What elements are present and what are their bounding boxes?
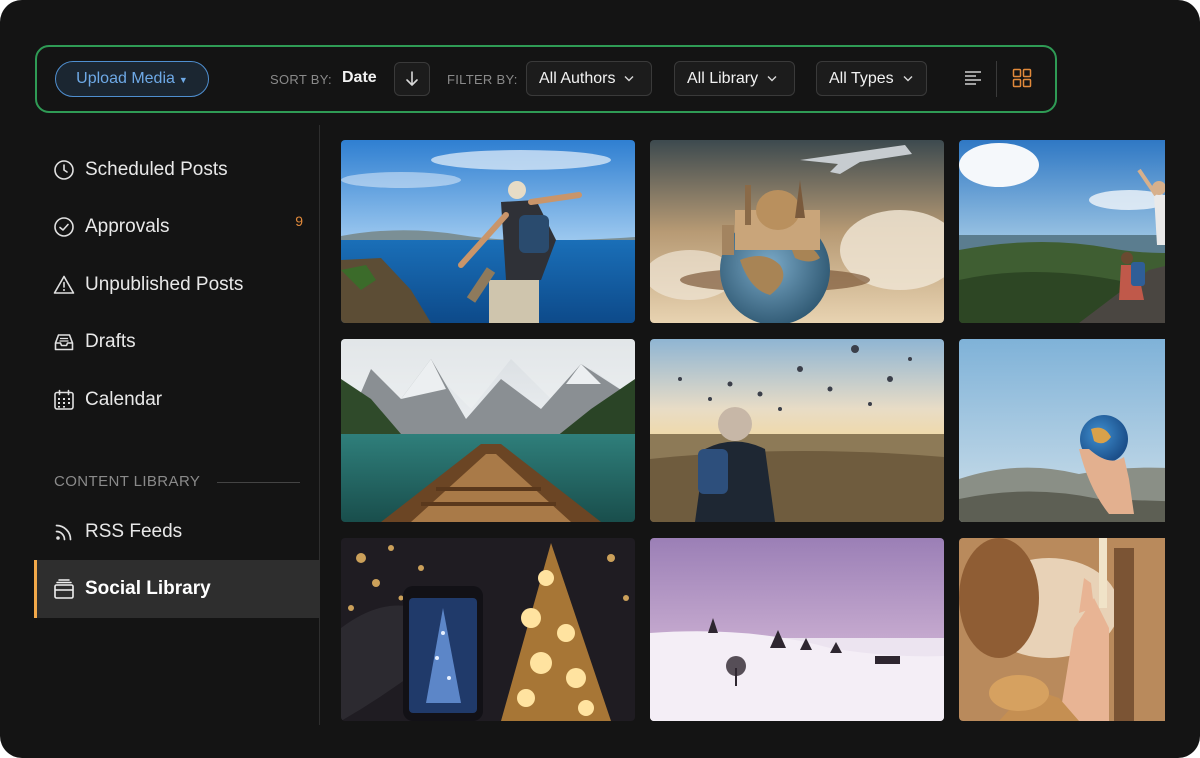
filter-types-dropdown[interactable]: All Types: [816, 61, 927, 96]
sidebar-item-label: Calendar: [85, 388, 163, 410]
sort-by-label: SORT BY:: [270, 72, 332, 87]
check-circle-icon: [54, 216, 74, 237]
filter-authors-dropdown[interactable]: All Authors: [526, 61, 652, 96]
inbox-icon: [54, 333, 74, 350]
sidebar-item-approvals[interactable]: Approvals 9: [34, 198, 320, 255]
traveler-coast-photo[interactable]: [341, 140, 635, 323]
filter-library-value: All Library: [687, 69, 759, 87]
clock-icon: [54, 159, 74, 180]
library-icon: [54, 579, 74, 599]
calendar-icon: [54, 389, 74, 410]
filter-library-dropdown[interactable]: All Library: [674, 61, 795, 96]
filter-by-label: FILTER BY:: [447, 72, 518, 87]
sort-direction-button[interactable]: [394, 62, 430, 96]
hikers-mountain-photo[interactable]: [959, 140, 1165, 323]
sidebar-item-scheduled-posts[interactable]: Scheduled Posts: [34, 141, 320, 198]
list-view-icon: [965, 71, 981, 85]
chevron-down-icon: [624, 76, 634, 82]
caret-down-icon: ▼: [178, 74, 188, 85]
arrow-down-icon: [406, 71, 418, 86]
grid-view-icon: [1012, 68, 1032, 88]
grid-view-button[interactable]: [1007, 63, 1037, 93]
raised-hands-photo[interactable]: [959, 538, 1165, 721]
sidebar-item-unpublished-posts[interactable]: Unpublished Posts: [34, 256, 320, 313]
app-window: Upload Media ▼ SORT BY: Date FILTER BY: …: [0, 0, 1200, 758]
warning-icon: [53, 275, 75, 294]
approvals-count-badge: 9: [295, 213, 303, 229]
sidebar-item-drafts[interactable]: Drafts: [34, 313, 320, 370]
boat-lake-photo[interactable]: [341, 339, 635, 522]
rss-icon: [55, 524, 72, 540]
section-divider: [217, 482, 300, 483]
phone-christmas-tree-photo[interactable]: [341, 538, 635, 721]
sidebar-item-rss-feeds[interactable]: RSS Feeds: [34, 503, 320, 560]
globe-landmarks-photo[interactable]: [650, 140, 944, 323]
upload-media-button[interactable]: Upload Media ▼: [55, 61, 209, 97]
sidebar-item-label: Unpublished Posts: [85, 273, 244, 295]
view-divider: [996, 61, 997, 97]
sidebar-item-label: Scheduled Posts: [85, 158, 228, 180]
upload-media-label: Upload Media: [76, 70, 175, 87]
sidebar-item-calendar[interactable]: Calendar: [34, 371, 320, 428]
sidebar-item-label: Drafts: [85, 330, 136, 352]
list-view-button[interactable]: [958, 63, 988, 93]
snow-landscape-photo[interactable]: [650, 538, 944, 721]
sort-value[interactable]: Date: [342, 69, 377, 87]
chevron-down-icon: [767, 76, 777, 82]
hand-globe-photo[interactable]: [959, 339, 1165, 522]
sidebar-item-label: Social Library: [85, 578, 211, 599]
sidebar-item-social-library[interactable]: Social Library: [34, 560, 320, 618]
media-grid: [341, 140, 1165, 730]
filter-types-value: All Types: [829, 69, 894, 87]
balloons-traveler-photo[interactable]: [650, 339, 944, 522]
sidebar-item-label: RSS Feeds: [85, 520, 183, 542]
sidebar-item-label: Approvals: [85, 215, 170, 237]
chevron-down-icon: [903, 76, 913, 82]
filter-authors-value: All Authors: [539, 69, 616, 87]
toolbar: Upload Media ▼ SORT BY: Date FILTER BY: …: [35, 45, 1057, 113]
content-library-heading: CONTENT LIBRARY: [54, 473, 201, 490]
